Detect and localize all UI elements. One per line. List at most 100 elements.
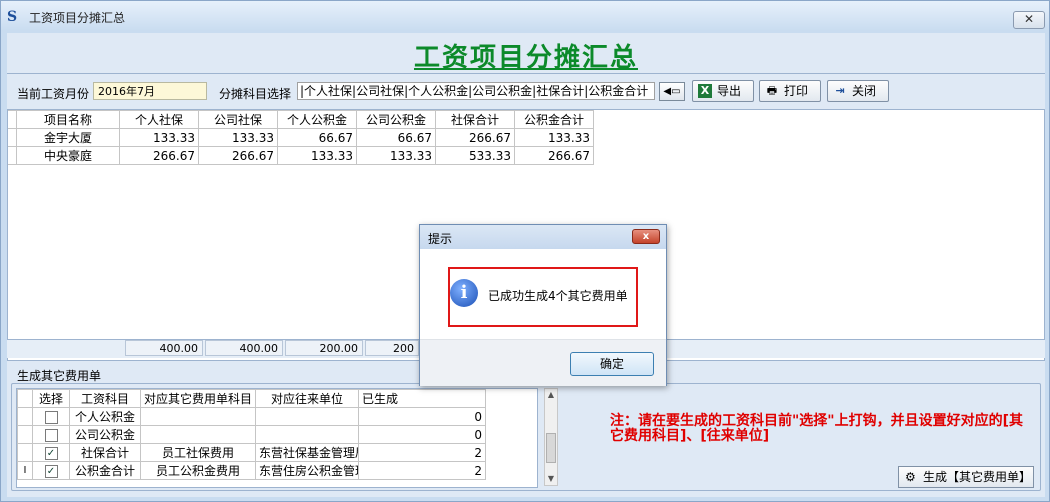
row-indicator-header [8,110,17,129]
table-row[interactable]: 个人公积金 0 [17,407,487,426]
column-header: 选择 [32,389,70,408]
cell-value: 133.33 [514,128,594,147]
cell-count: 0 [358,407,487,426]
section-title: 生成其它费用单 [17,369,102,383]
scroll-thumb[interactable] [546,433,556,463]
cell-unit[interactable]: 东营住房公积金管理 [255,461,360,480]
cell-value: 266.67 [435,128,515,147]
checkbox[interactable] [44,410,58,424]
subject-label: 分摊科目选择 [219,87,292,101]
exit-icon: ⇥ [835,84,845,97]
cell-subject: 公司公积金 [69,425,141,444]
total-cell: 400.00 [205,340,283,356]
export-label: 导出 [717,84,742,98]
cell-fee-subject[interactable] [139,407,257,426]
cell-value: 66.67 [356,128,436,147]
row-indicator [17,407,33,426]
picker-icon: ◀▭ [663,86,681,97]
checkbox[interactable]: ✓ [44,446,58,460]
subject-picker-button[interactable]: ◀▭ [659,82,685,101]
cell-value: 133.33 [119,128,199,147]
cell-value: 533.33 [435,146,515,165]
window-close-button[interactable]: ✕ [1013,11,1045,29]
row-indicator [17,443,33,462]
close-button[interactable]: ⇥ 关闭 [827,80,889,102]
column-header: 个人公积金 [277,110,357,129]
scroll-up-icon[interactable]: ▲ [545,389,557,401]
excel-icon: X [698,84,712,98]
summary-table: 项目名称 个人社保 公司社保 个人公积金 公司公积金 社保合计 公积金合计 金宇… [8,110,594,165]
table-row[interactable]: 公司公积金 0 [17,425,487,444]
month-input[interactable]: 2016年7月 [93,82,207,100]
dialog-close-button[interactable]: x [632,229,660,244]
checkbox[interactable] [44,428,58,442]
column-header: 社保合计 [435,110,515,129]
vertical-scrollbar[interactable]: ▲ ▼ [544,388,558,486]
row-indicator [17,425,33,444]
dialog-message: 已成功生成4个其它费用单 [488,289,628,303]
row-indicator [8,146,17,165]
section-box: 选择 工资科目 对应其它费用单科目 对应往来单位 已生成 个人公积金 0 公司公积金… [11,383,1041,491]
summary-header-row: 项目名称 个人社保 公司社保 个人公积金 公司公积金 社保合计 公积金合计 [8,110,594,129]
select-checkbox-cell[interactable]: ✓ [32,461,70,480]
dialog-title-bar: 提示 x [420,225,666,249]
subject-input[interactable]: |个人社保|公司社保|个人公积金|公司公积金|社保合计|公积金合计 [297,82,655,100]
generate-header-row: 选择 工资科目 对应其它费用单科目 对应往来单位 已生成 [17,389,487,408]
main-window: S 工资项目分摊汇总 ✕ 工资项目分摊汇总 当前工资月份 2016年7月 分摊科… [0,0,1050,502]
cell-value: 133.33 [277,146,357,165]
scroll-down-icon[interactable]: ▼ [545,473,557,485]
table-row[interactable]: I ✓ 公积金合计 员工公积金费用 东营住房公积金管理 2 [17,461,487,480]
row-indicator-header [17,389,33,408]
generate-label: 生成【其它费用单】 [923,470,1032,484]
cell-value: 133.33 [356,146,436,165]
select-checkbox-cell[interactable]: ✓ [32,443,70,462]
cell-count: 2 [358,461,487,480]
print-button[interactable]: 🖶 打印 [759,80,821,102]
column-header: 对应往来单位 [255,389,360,408]
title-bar: S 工资项目分摊汇总 ✕ [1,1,1049,31]
generate-grid[interactable]: 选择 工资科目 对应其它费用单科目 对应往来单位 已生成 个人公积金 0 公司公积金… [16,388,538,488]
select-checkbox-cell[interactable] [32,407,70,426]
column-header: 工资科目 [69,389,141,408]
page-title: 工资项目分摊汇总 [7,37,1045,74]
cell-unit[interactable]: 东营社保基金管理局 [255,443,360,462]
column-header: 公司社保 [198,110,278,129]
cell-project: 金宇大厦 [16,128,120,147]
cell-value: 266.67 [198,146,278,165]
close-label: 关闭 [852,84,877,98]
cell-value: 133.33 [198,128,278,147]
print-label: 打印 [784,84,809,98]
cell-fee-subject[interactable]: 员工社保费用 [139,443,257,462]
cell-unit[interactable] [255,425,360,444]
message-dialog: 提示 x i 已成功生成4个其它费用单 确定 [419,224,667,386]
printer-icon: 🖶 [766,84,778,97]
instruction-note: 注：请在要生成的工资科目前"选择"上打钩，并且设置好对应的[其它费用科目]、[往… [610,413,1023,444]
cell-subject: 社保合计 [69,443,141,462]
info-icon: i [450,279,478,307]
table-row[interactable]: 中央豪庭 266.67 266.67 133.33 133.33 533.33 … [8,146,594,165]
cell-value: 266.67 [119,146,199,165]
column-header: 对应其它费用单科目 [139,389,257,408]
cell-fee-subject[interactable] [139,425,257,444]
cell-subject: 公积金合计 [69,461,141,480]
row-indicator: I [17,461,33,480]
month-label: 当前工资月份 [17,87,90,101]
checkbox[interactable]: ✓ [44,464,58,478]
cell-unit[interactable] [255,407,360,426]
dialog-body: i 已成功生成4个其它费用单 [420,249,666,339]
window-title: 工资项目分摊汇总 [29,11,126,25]
export-button[interactable]: X 导出 [692,80,754,102]
table-row[interactable]: ✓ 社保合计 员工社保费用 东营社保基金管理局 2 [17,443,487,462]
select-checkbox-cell[interactable] [32,425,70,444]
heading-divider [7,73,1045,74]
cell-count: 0 [358,425,487,444]
column-header: 个人社保 [119,110,199,129]
dialog-title: 提示 [428,232,453,246]
column-header: 已生成 [358,389,487,408]
table-row[interactable]: 金宇大厦 133.33 133.33 66.67 66.67 266.67 13… [8,128,594,147]
total-cell: 400.00 [125,340,203,356]
ok-button[interactable]: 确定 [570,352,654,376]
total-cell: 200 [365,340,419,356]
generate-button[interactable]: ⚙ 生成【其它费用单】 [898,466,1034,488]
cell-fee-subject[interactable]: 员工公积金费用 [139,461,257,480]
